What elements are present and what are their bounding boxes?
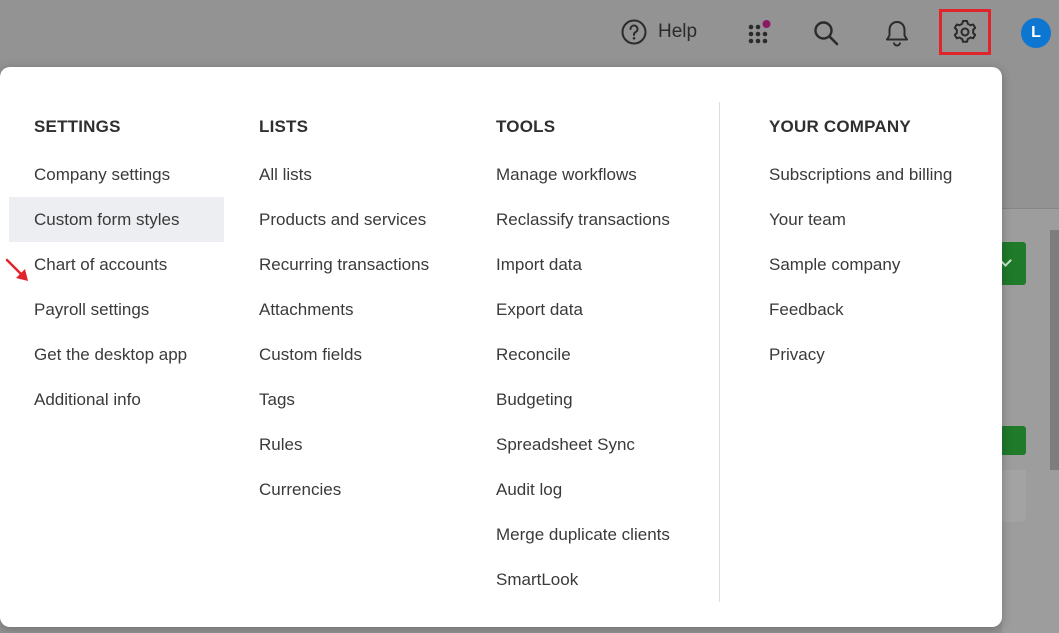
lists-list: All lists Products and services Recurrin… <box>234 152 464 512</box>
settings-gear-button[interactable] <box>939 9 991 55</box>
column-divider <box>719 102 720 602</box>
menu-item-audit-log[interactable]: Audit log <box>471 467 711 512</box>
background-card <box>1002 470 1026 522</box>
menu-item-privacy[interactable]: Privacy <box>744 332 994 377</box>
menu-item-subscriptions-and-billing[interactable]: Subscriptions and billing <box>744 152 994 197</box>
menu-item-sample-company[interactable]: Sample company <box>744 242 994 287</box>
help-icon <box>621 19 647 45</box>
settings-heading: SETTINGS <box>34 117 121 136</box>
menu-item-smartlook[interactable]: SmartLook <box>471 557 711 602</box>
top-bar: Help L <box>0 0 1059 66</box>
tools-list: Manage workflows Reclassify transactions… <box>471 152 711 602</box>
lists-heading: LISTS <box>259 117 309 136</box>
background-scrollbar <box>1050 230 1059 470</box>
help-button[interactable]: Help <box>620 16 697 48</box>
menu-item-import-data[interactable]: Import data <box>471 242 711 287</box>
search-button[interactable] <box>806 13 846 53</box>
notifications-button[interactable] <box>877 13 917 53</box>
menu-item-export-data[interactable]: Export data <box>471 287 711 332</box>
menu-item-attachments[interactable]: Attachments <box>234 287 464 332</box>
menu-item-get-desktop-app[interactable]: Get the desktop app <box>9 332 224 377</box>
menu-item-budgeting[interactable]: Budgeting <box>471 377 711 422</box>
menu-item-chart-of-accounts[interactable]: Chart of accounts <box>9 242 224 287</box>
menu-item-additional-info[interactable]: Additional info <box>9 377 224 422</box>
menu-item-custom-form-styles[interactable]: Custom form styles <box>9 197 224 242</box>
menu-item-your-team[interactable]: Your team <box>744 197 994 242</box>
avatar[interactable]: L <box>1021 18 1051 48</box>
menu-item-feedback[interactable]: Feedback <box>744 287 994 332</box>
menu-item-spreadsheet-sync[interactable]: Spreadsheet Sync <box>471 422 711 467</box>
company-heading: YOUR COMPANY <box>769 117 911 136</box>
menu-item-recurring-transactions[interactable]: Recurring transactions <box>234 242 464 287</box>
tools-heading: TOOLS <box>496 117 556 136</box>
menu-item-merge-duplicate-clients[interactable]: Merge duplicate clients <box>471 512 711 557</box>
menu-item-currencies[interactable]: Currencies <box>234 467 464 512</box>
notification-dot-icon <box>762 20 771 28</box>
menu-item-reclassify-transactions[interactable]: Reclassify transactions <box>471 197 711 242</box>
search-icon <box>814 21 839 46</box>
menu-item-manage-workflows[interactable]: Manage workflows <box>471 152 711 197</box>
menu-item-products-and-services[interactable]: Products and services <box>234 197 464 242</box>
settings-list: Company settings Custom form styles Char… <box>9 152 224 422</box>
settings-menu: SETTINGS Company settings Custom form st… <box>0 67 1002 627</box>
menu-item-reconcile[interactable]: Reconcile <box>471 332 711 377</box>
menu-item-custom-fields[interactable]: Custom fields <box>234 332 464 377</box>
annotation-arrow-icon <box>5 258 28 281</box>
menu-item-rules[interactable]: Rules <box>234 422 464 467</box>
menu-item-tags[interactable]: Tags <box>234 377 464 422</box>
menu-item-company-settings[interactable]: Company settings <box>9 152 224 197</box>
help-label: Help <box>658 21 698 42</box>
menu-item-all-lists[interactable]: All lists <box>234 152 464 197</box>
company-list: Subscriptions and billing Your team Samp… <box>744 152 994 377</box>
apps-grid-icon <box>748 20 771 44</box>
bell-icon <box>886 21 908 47</box>
apps-button[interactable] <box>738 13 778 53</box>
menu-item-payroll-settings[interactable]: Payroll settings <box>9 287 224 332</box>
gear-icon <box>953 20 977 43</box>
